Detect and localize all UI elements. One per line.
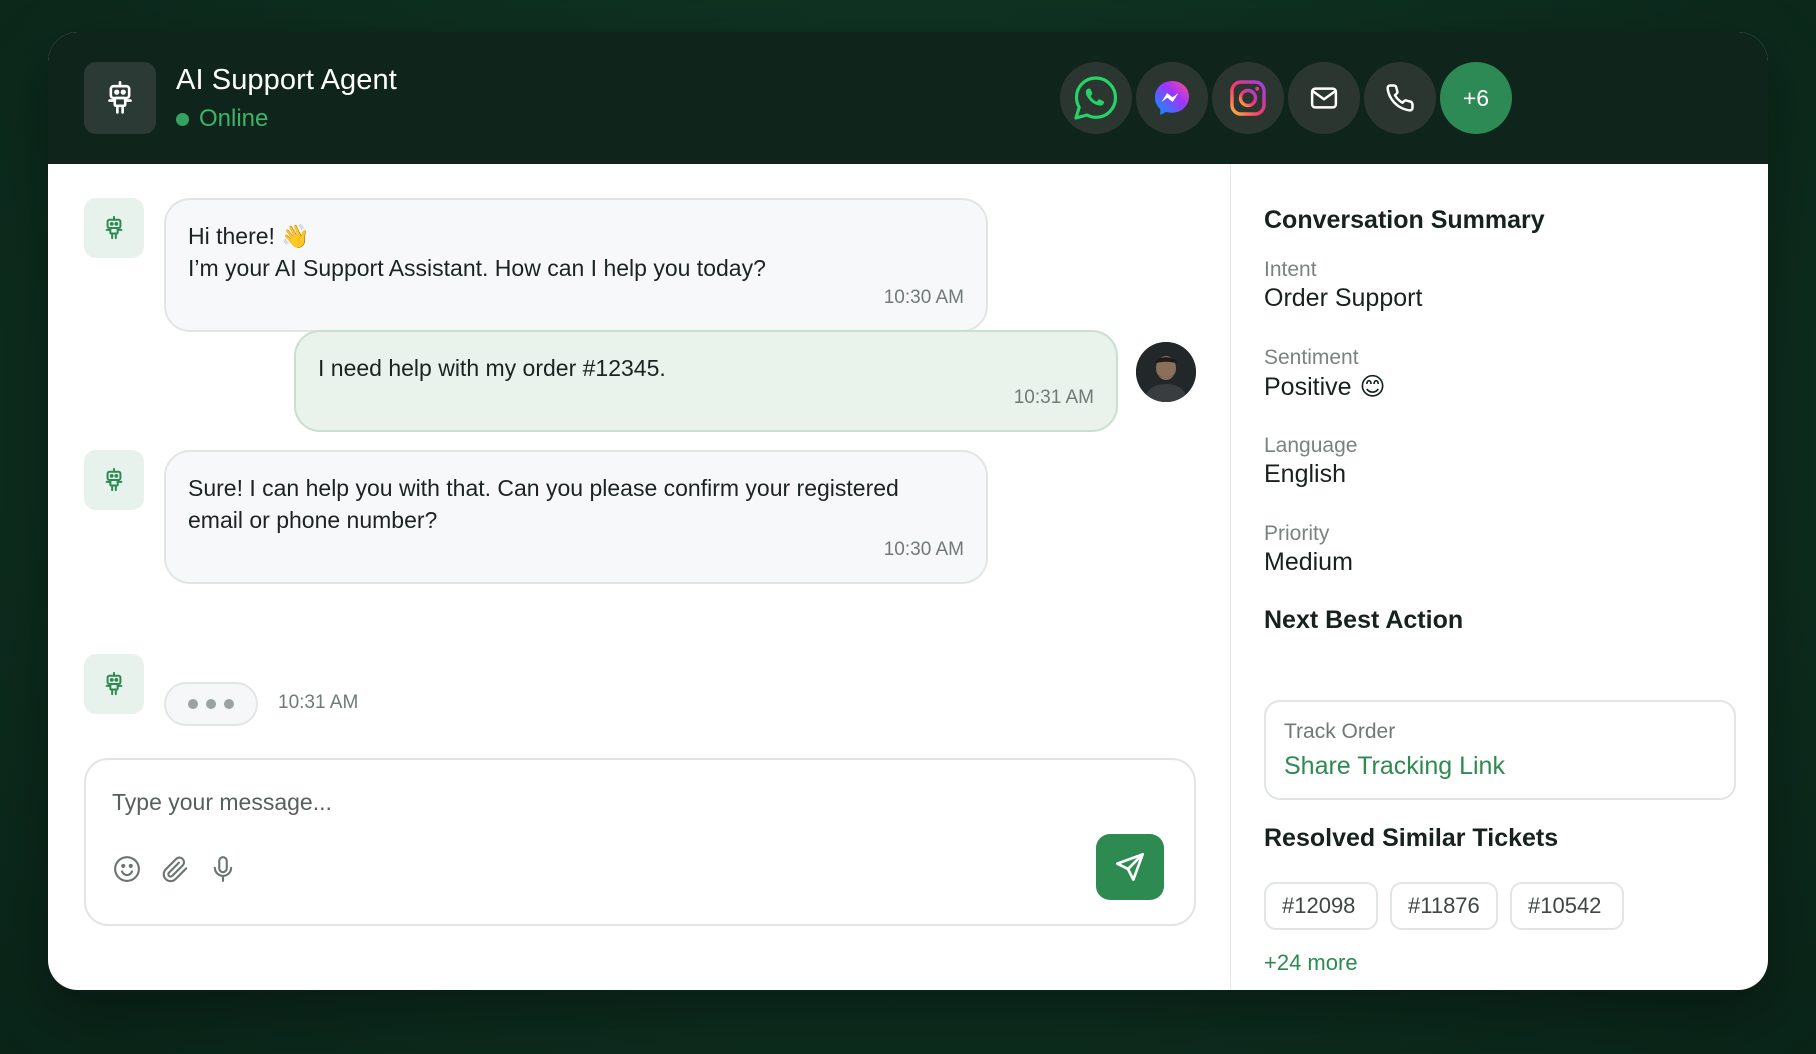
- whatsapp-icon: [1074, 76, 1118, 120]
- chat-panel: Hi there! 👋 I’m your AI Support Assistan…: [48, 164, 1230, 990]
- message-time: 10:30 AM: [883, 539, 964, 560]
- typing-time: 10:31 AM: [278, 692, 359, 713]
- send-button[interactable]: [1096, 834, 1164, 900]
- message-bubble-bot: Sure! I can help you with that. Can you …: [164, 450, 988, 584]
- ticket-chip[interactable]: #11876: [1390, 882, 1498, 930]
- message-time: 10:30 AM: [883, 287, 964, 308]
- ticket-chip[interactable]: #10542: [1510, 882, 1624, 930]
- messenger-icon: [1155, 81, 1189, 115]
- bot-avatar: [84, 198, 144, 258]
- instagram-icon: [1230, 80, 1266, 116]
- message-line: Sure! I can help you with that. Can you …: [188, 475, 899, 501]
- summary-panel: Conversation Summary Intent Order Suppor…: [1264, 164, 1736, 990]
- message-line: I’m your AI Support Assistant. How can I…: [188, 255, 766, 281]
- message-composer: [84, 758, 1196, 926]
- status-label: Online: [199, 105, 269, 132]
- priority-value: Medium: [1264, 548, 1353, 576]
- language-value: English: [1264, 460, 1346, 488]
- ticket-chip[interactable]: #12098: [1264, 882, 1378, 930]
- typing-dot: [188, 699, 198, 709]
- emoji-icon: [114, 856, 140, 882]
- priority-label: Priority: [1264, 522, 1330, 545]
- mail-icon: [1310, 87, 1338, 109]
- action-kind: Track Order: [1284, 720, 1396, 743]
- phone-button[interactable]: [1364, 62, 1436, 134]
- more-channels-button[interactable]: +6: [1440, 62, 1512, 134]
- agent-status: Online: [176, 105, 268, 133]
- microphone-icon: [213, 856, 233, 882]
- agent-avatar: [84, 62, 156, 134]
- sentiment-text: Positive: [1264, 372, 1352, 401]
- message-line: email or phone number?: [188, 507, 438, 533]
- summary-title: Conversation Summary: [1264, 206, 1545, 234]
- message-time: 10:31 AM: [1013, 387, 1094, 408]
- messenger-button[interactable]: [1136, 62, 1208, 134]
- typing-dot: [206, 699, 216, 709]
- bot-avatar: [84, 654, 144, 714]
- sentiment-value: Positive 😊: [1264, 372, 1386, 402]
- chat-header: AI Support Agent Online +6: [48, 32, 1768, 164]
- emoji-button[interactable]: [110, 852, 144, 886]
- robot-icon: [105, 468, 123, 492]
- bot-avatar: [84, 450, 144, 510]
- phone-icon: [1386, 84, 1414, 112]
- smile-emoji-icon: 😊: [1359, 373, 1386, 401]
- whatsapp-button[interactable]: [1060, 62, 1132, 134]
- language-label: Language: [1264, 434, 1358, 457]
- message-input[interactable]: [112, 782, 1012, 822]
- user-avatar: [1136, 342, 1196, 402]
- online-dot-icon: [176, 112, 189, 126]
- voice-button[interactable]: [206, 852, 240, 886]
- typing-indicator: [164, 682, 258, 726]
- more-tickets-link[interactable]: +24 more: [1264, 950, 1358, 976]
- sentiment-label: Sentiment: [1264, 346, 1359, 369]
- robot-icon: [105, 672, 123, 696]
- typing-dot: [224, 699, 234, 709]
- robot-icon: [105, 216, 123, 240]
- paperclip-icon: [162, 856, 188, 883]
- attach-button[interactable]: [158, 852, 192, 886]
- intent-value: Order Support: [1264, 284, 1423, 312]
- next-action-card[interactable]: Track Order Share Tracking Link: [1264, 700, 1736, 800]
- message-line: I need help with my order #12345.: [318, 355, 666, 381]
- user-photo: [1136, 342, 1196, 402]
- message-bubble-bot: Hi there! 👋 I’m your AI Support Assistan…: [164, 198, 988, 332]
- send-icon: [1116, 853, 1144, 881]
- email-button[interactable]: [1288, 62, 1360, 134]
- next-action-title: Next Best Action: [1264, 606, 1464, 634]
- action-label: Share Tracking Link: [1284, 752, 1505, 780]
- support-window: AI Support Agent Online +6 Hi there! 👋 I…: [48, 32, 1768, 990]
- robot-icon: [108, 81, 132, 114]
- instagram-button[interactable]: [1212, 62, 1284, 134]
- similar-tickets-title: Resolved Similar Tickets: [1264, 824, 1559, 852]
- message-bubble-user: I need help with my order #12345. 10:31 …: [294, 330, 1118, 432]
- message-line: Hi there! 👋: [188, 223, 310, 249]
- panel-divider: [1230, 164, 1231, 990]
- agent-name: AI Support Agent: [176, 64, 397, 96]
- intent-label: Intent: [1264, 258, 1317, 281]
